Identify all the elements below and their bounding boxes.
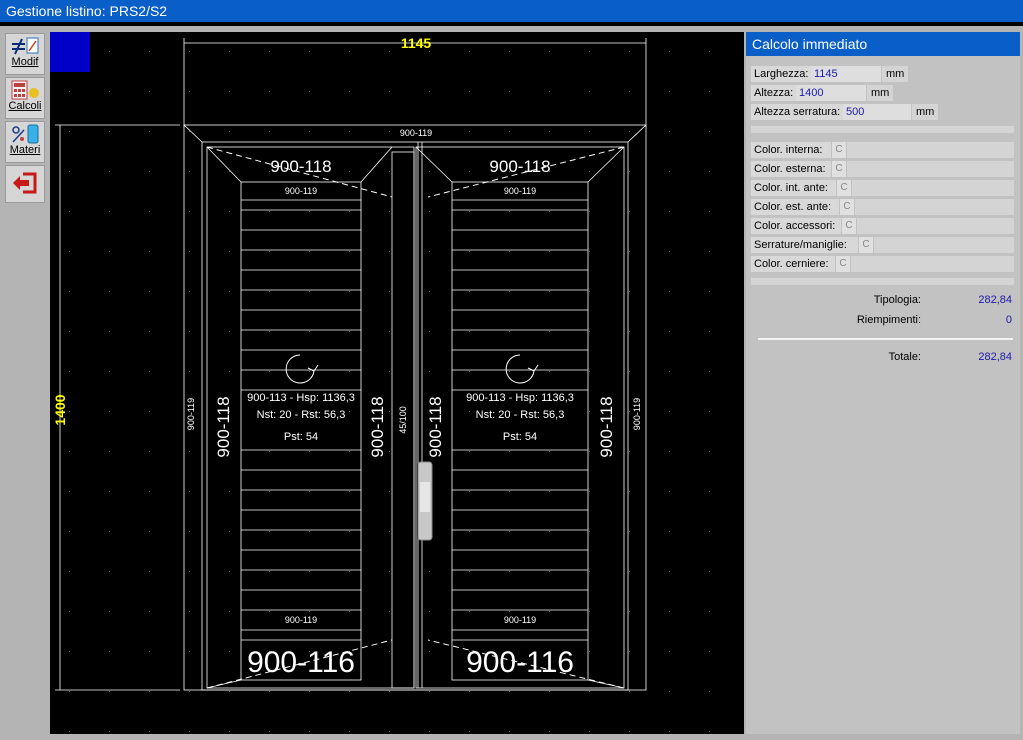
color-internal-label: Color. interna: [751, 142, 831, 158]
left-leaf-top-small-label: 900-119 [285, 186, 317, 196]
exit-button[interactable] [5, 165, 45, 203]
right-leaf-top-small-label: 900-119 [504, 186, 536, 196]
title-divider [0, 22, 1023, 26]
color-row-locks: Serrature/maniglie: C [751, 237, 1014, 253]
edit-icon [12, 37, 39, 55]
center-profile-label: 45/100 [398, 406, 408, 434]
window-title: Gestione listino: PRS2/S2 [0, 0, 1023, 22]
color-ext-leaf-label: Color. est. ante: [751, 199, 839, 215]
separator [751, 278, 1014, 285]
width-field[interactable]: 1145 [811, 66, 881, 82]
typology-label: Tipologia: [873, 294, 921, 306]
left-toolbar: Modif Calcoli Materi [0, 26, 50, 740]
right-leaf-bottom-label: 900-116 [466, 646, 574, 679]
separator [751, 126, 1014, 133]
color-row-hinges: Color. cerniere: C [751, 256, 1014, 272]
materials-label: Materi [9, 144, 41, 156]
grand-total-label: Totale: [888, 351, 921, 363]
calculation-panel: Calcolo immediato Larghezza: 1145 mm Alt… [746, 32, 1020, 734]
calculations-label: Calcoli [8, 100, 42, 112]
color-internal-desc[interactable] [847, 142, 1014, 158]
left-leaf-info-line1: 900-113 - Hsp: 1136,3 [247, 392, 355, 404]
color-locks-code[interactable]: C [859, 237, 873, 253]
color-accessories-desc[interactable] [857, 218, 1014, 234]
color-int-leaf-label: Color. int. ante: [751, 180, 836, 196]
height-dimension: 1400 [52, 394, 68, 425]
modify-button[interactable]: Modif [5, 33, 45, 75]
width-label: Larghezza: [751, 66, 811, 82]
materials-button[interactable]: Materi [5, 121, 45, 163]
color-external-code[interactable]: C [832, 161, 846, 177]
left-frame-profile-label: 900-119 [186, 398, 196, 430]
panel-title: Calcolo immediato [746, 32, 1020, 56]
height-unit: mm [867, 85, 894, 101]
color-accessories-code[interactable]: C [842, 218, 856, 234]
drawing-canvas[interactable]: 1145 1400 900-119 900-119 900-119 45/100… [50, 32, 744, 734]
color-external-label: Color. esterna: [751, 161, 831, 177]
height-field[interactable]: 1400 [796, 85, 866, 101]
left-leaf-bottom-small-label: 900-119 [285, 615, 317, 625]
lock-height-unit: mm [912, 104, 939, 120]
calculations-button[interactable]: Calcoli [5, 77, 45, 119]
left-leaf-side-left-label: 900-118 [214, 396, 233, 457]
color-row-accessories: Color. accessori: C [751, 218, 1014, 234]
lock-height-label: Altezza serratura: [751, 104, 843, 120]
right-frame-profile-label: 900-119 [632, 398, 642, 430]
color-ext-leaf-desc[interactable] [855, 199, 1014, 215]
right-leaf-top-label: 900-118 [489, 157, 550, 176]
height-label: Altezza: [751, 85, 796, 101]
color-int-leaf-desc[interactable] [852, 180, 1014, 196]
total-divider [758, 338, 1013, 340]
top-profile-label: 900-119 [400, 128, 432, 138]
right-leaf-side-left-label: 900-118 [426, 396, 445, 457]
fillings-label: Riempimenti: [856, 314, 921, 326]
exit-icon [13, 172, 37, 194]
color-row-ext-leaf: Color. est. ante: C [751, 199, 1014, 215]
color-ext-leaf-code[interactable]: C [840, 199, 854, 215]
color-external-desc[interactable] [847, 161, 1014, 177]
color-int-leaf-code[interactable]: C [837, 180, 851, 196]
left-leaf-info-line3: Pst: 54 [284, 431, 318, 443]
handle-icon [417, 461, 433, 541]
materials-icon [12, 124, 39, 144]
right-leaf-info-line2: Nst: 20 - Rst: 56,3 [476, 409, 565, 421]
grand-total-value: 282,84 [978, 351, 1012, 363]
color-hinges-desc[interactable] [851, 256, 1014, 272]
color-accessories-label: Color. accessori: [751, 218, 841, 234]
modify-label: Modif [11, 56, 39, 68]
color-locks-label: Serrature/maniglie: [751, 237, 858, 253]
color-hinges-label: Color. cerniere: [751, 256, 835, 272]
left-leaf-side-right-label: 900-118 [368, 396, 387, 457]
fillings-value: 0 [1005, 314, 1012, 326]
width-dimension: 1145 [401, 35, 432, 51]
color-row-internal: Color. interna: C [751, 142, 1014, 158]
color-row-external: Color. esterna: C [751, 161, 1014, 177]
left-leaf-bottom-label: 900-116 [247, 646, 355, 679]
color-locks-desc[interactable] [874, 237, 1014, 253]
right-leaf-info-line1: 900-113 - Hsp: 1136,3 [466, 392, 574, 404]
lock-height-field[interactable]: 500 [843, 104, 911, 120]
color-internal-code[interactable]: C [832, 142, 846, 158]
right-leaf-bottom-small-label: 900-119 [504, 615, 536, 625]
right-leaf-side-right-label: 900-118 [597, 396, 616, 457]
width-unit: mm [882, 66, 909, 82]
typology-value: 282,84 [978, 294, 1012, 306]
right-leaf-info-line3: Pst: 54 [503, 431, 537, 443]
left-leaf-info-line2: Nst: 20 - Rst: 56,3 [257, 409, 346, 421]
color-row-int-leaf: Color. int. ante: C [751, 180, 1014, 196]
calculator-icon [11, 80, 39, 100]
left-leaf-top-label: 900-118 [270, 157, 331, 176]
color-hinges-code[interactable]: C [836, 256, 850, 272]
